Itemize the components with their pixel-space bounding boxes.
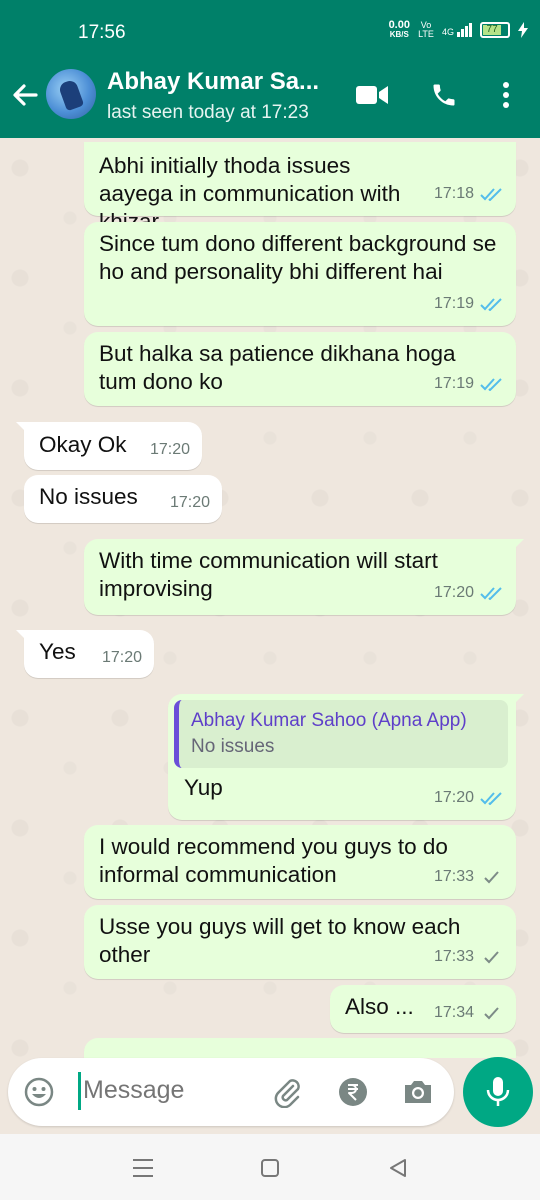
message-meta: 17:33 [434, 863, 504, 891]
sent-tick-icon [484, 1007, 499, 1020]
charging-icon [518, 22, 528, 38]
last-seen-status: last seen today at 17:23 [107, 102, 309, 123]
message-meta: 17:33 [434, 943, 504, 971]
read-ticks-icon [480, 792, 502, 805]
message-meta: 17:20 [101, 649, 142, 666]
message-meta: 17:20 [434, 784, 504, 812]
contact-name[interactable]: Abhay Kumar Sa... [107, 68, 319, 96]
system-navbar [0, 1134, 540, 1200]
message-bubble-outgoing[interactable]: I would recommend you guys to do informa… [84, 825, 516, 899]
message-bubble-outgoing[interactable]: Abhi initially thoda issues aayega in co… [84, 142, 516, 234]
message-bubble-outgoing[interactable]: Also ... 17:34 [330, 985, 516, 1033]
more-vert-icon[interactable] [494, 80, 518, 110]
camera-icon[interactable] [401, 1075, 435, 1109]
sent-tick-icon [484, 951, 499, 964]
read-ticks-icon [480, 188, 502, 201]
quoted-text: No issues [191, 736, 275, 757]
message-meta: 17:34 [434, 999, 504, 1027]
read-ticks-icon [480, 298, 502, 311]
attach-icon[interactable] [270, 1075, 304, 1109]
message-bubble-incoming[interactable]: No issues 17:20 [24, 475, 222, 523]
battery-icon: 77 [480, 22, 510, 38]
message-meta: 17:20 [169, 494, 210, 511]
back-icon[interactable] [383, 1154, 413, 1182]
message-bubble-outgoing[interactable]: Abhay Kumar Sahoo (Apna App) No issues Y… [168, 694, 524, 820]
status-time: 17:56 [78, 22, 126, 43]
text-caret [78, 1072, 81, 1110]
message-bubble-outgoing[interactable]: Usse you guys will get to know each othe… [84, 905, 516, 979]
message-bubble-outgoing-partial[interactable] [84, 1038, 516, 1058]
message-bubble-outgoing[interactable]: Since tum dono different background se h… [84, 222, 516, 326]
volte-icon: Vo LTE [418, 20, 434, 39]
sent-tick-icon [484, 871, 499, 884]
phone-icon[interactable] [428, 80, 460, 110]
net-speed: 0.00 KB/S [388, 19, 410, 40]
mic-icon [486, 1077, 510, 1106]
signal-icon: 4G [442, 23, 472, 37]
read-ticks-icon [480, 587, 502, 600]
quoted-message[interactable]: Abhay Kumar Sahoo (Apna App) No issues [174, 700, 508, 768]
message-composer[interactable] [8, 1058, 454, 1126]
message-input[interactable] [83, 1076, 263, 1105]
status-icons: 0.00 KB/S Vo LTE 4G 77 [389, 20, 528, 40]
avatar[interactable] [46, 69, 96, 119]
rupee-payment-icon[interactable] [336, 1075, 370, 1109]
app-header: 17:56 0.00 KB/S Vo LTE 4G 77 Abhay Kumar… [0, 0, 540, 138]
menu-icon[interactable] [128, 1154, 158, 1182]
message-bubble-outgoing[interactable]: But halka sa patience dikhana hoga tum d… [84, 332, 516, 406]
message-meta: 17:19 [434, 370, 504, 398]
message-meta: 17:20 [434, 579, 504, 607]
home-icon[interactable] [255, 1154, 285, 1182]
message-bubble-incoming[interactable]: Yes 17:20 [16, 630, 154, 678]
message-meta: 17:20 [149, 441, 190, 458]
read-ticks-icon [480, 378, 502, 391]
video-call-icon[interactable] [355, 80, 389, 110]
mic-button[interactable] [463, 1057, 533, 1127]
back-arrow-icon[interactable] [8, 78, 42, 112]
chat-area[interactable]: Abhi initially thoda issues aayega in co… [0, 138, 540, 1058]
message-bubble-incoming[interactable]: Okay Ok 17:20 [16, 422, 202, 470]
emoji-icon[interactable] [22, 1075, 56, 1109]
message-meta: 17:19 [434, 290, 504, 318]
quoted-author: Abhay Kumar Sahoo (Apna App) [191, 710, 467, 731]
message-bubble-outgoing[interactable]: With time communication will start impro… [84, 539, 524, 615]
message-meta: 17:18 [434, 180, 504, 208]
